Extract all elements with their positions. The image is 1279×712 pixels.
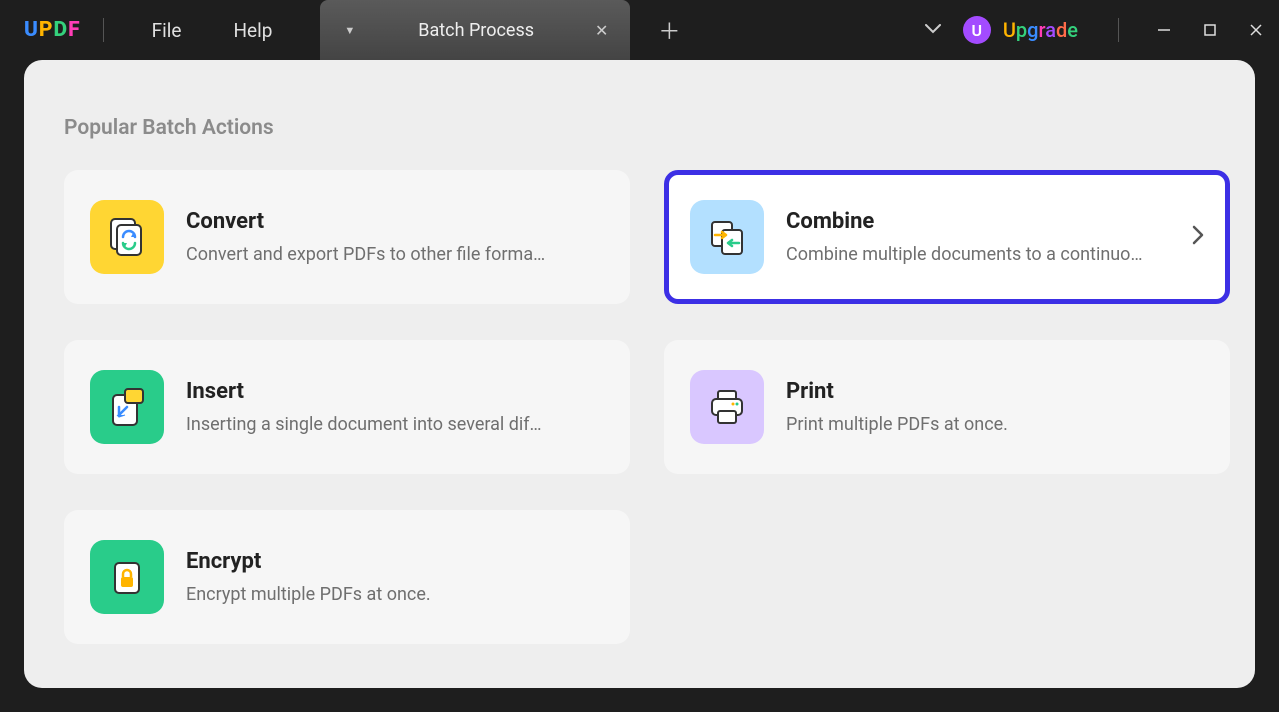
print-icon [690,370,764,444]
window-close-button[interactable] [1233,0,1279,60]
card-desc: Encrypt multiple PDFs at once. [186,584,604,605]
tab-batch-process[interactable]: ▼ Batch Process ✕ [320,0,630,60]
card-title: Encrypt [186,549,604,574]
window-maximize-button[interactable] [1187,0,1233,60]
separator [1118,18,1119,42]
card-print[interactable]: Print Print multiple PDFs at once. [664,340,1230,474]
titlebar: UPDF File Help ▼ Batch Process ✕ ＋ U Upg… [0,0,1279,60]
new-tab-button[interactable]: ＋ [630,14,708,46]
card-title: Combine [786,209,1182,234]
encrypt-icon [90,540,164,614]
menu-help[interactable]: Help [207,19,298,42]
card-desc: Print multiple PDFs at once. [786,414,1204,435]
section-title: Popular Batch Actions [64,116,1255,140]
card-title: Insert [186,379,604,404]
card-desc: Inserting a single document into several… [186,414,604,435]
app-logo: UPDF [24,18,81,42]
card-title: Convert [186,209,604,234]
menu-file[interactable]: File [126,19,208,42]
batch-panel: Popular Batch Actions Convert Co [24,60,1255,688]
combine-icon [690,200,764,274]
card-desc: Convert and export PDFs to other file fo… [186,244,604,265]
card-desc: Combine multiple documents to a continuo… [786,244,1182,265]
insert-icon [90,370,164,444]
tab-close-icon[interactable]: ✕ [589,21,614,40]
tab-list-icon[interactable] [903,22,963,38]
avatar[interactable]: U [963,16,991,44]
chevron-right-icon [1192,225,1204,249]
tab-title: Batch Process [363,20,589,41]
card-title: Print [786,379,1204,404]
window-minimize-button[interactable] [1141,0,1187,60]
card-encrypt[interactable]: Encrypt Encrypt multiple PDFs at once. [64,510,630,644]
card-convert[interactable]: Convert Convert and export PDFs to other… [64,170,630,304]
content-area: Popular Batch Actions Convert Co [0,60,1279,712]
cards-grid: Convert Convert and export PDFs to other… [64,170,1255,644]
tab-dropdown-icon[interactable]: ▼ [336,24,363,37]
separator [103,18,104,42]
card-combine[interactable]: Combine Combine multiple documents to a … [664,170,1230,304]
card-insert[interactable]: Insert Inserting a single document into … [64,340,630,474]
convert-icon [90,200,164,274]
upgrade-button[interactable]: Upgrade [1003,18,1078,42]
